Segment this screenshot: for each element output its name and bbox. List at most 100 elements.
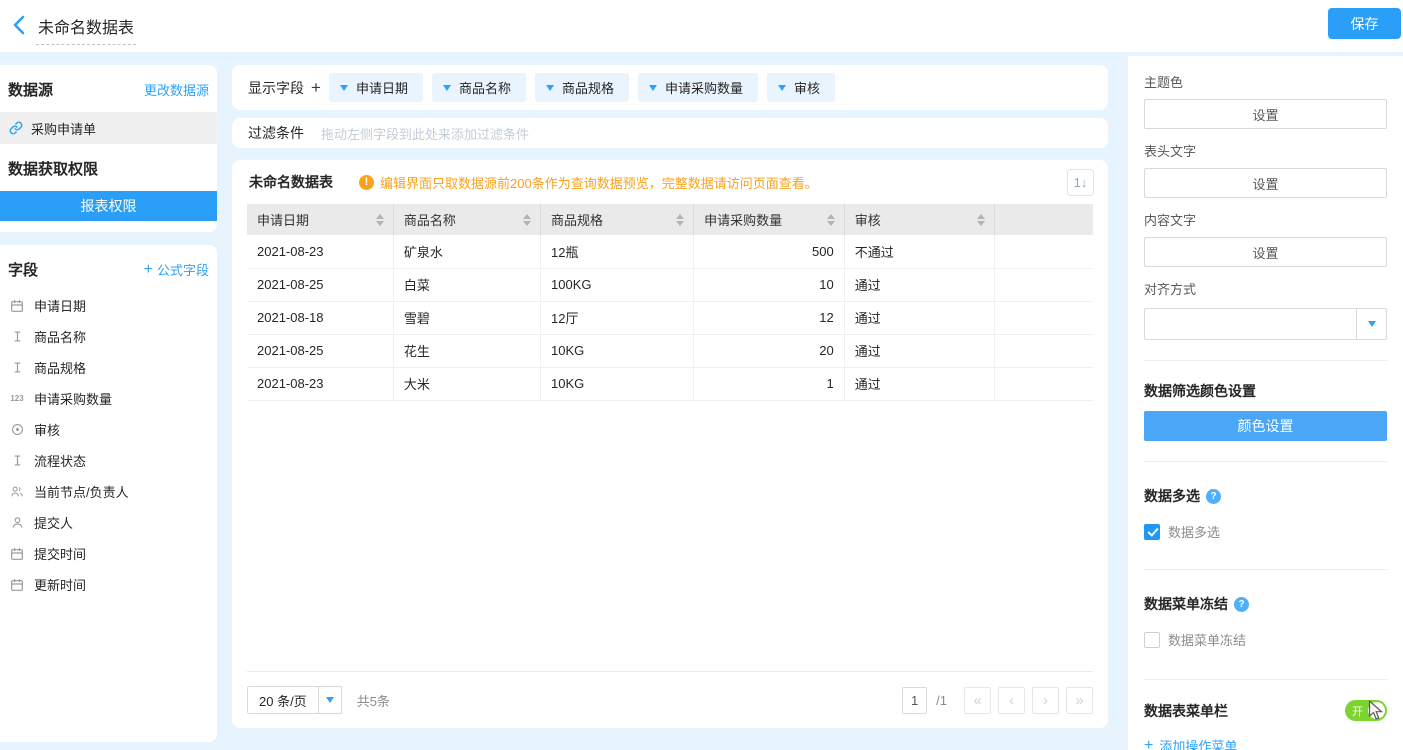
page-title[interactable]: 未命名数据表 [36,14,136,45]
prev-page-icon[interactable]: ‹ [998,687,1025,714]
field-item[interactable]: 更新时间 [0,569,217,600]
display-field-chip[interactable]: 商品名称 [432,73,526,102]
color-set-button[interactable]: 颜色设置 [1144,411,1387,441]
radio-icon [9,423,25,436]
table-cell: 2021-08-23 [247,367,393,400]
page-nav-buttons: « ‹ › » [957,687,1093,714]
freeze-checkbox-row[interactable]: 数据菜单冻结 [1144,630,1387,649]
column-header[interactable]: 审核 [844,204,995,235]
chevron-down-icon[interactable] [649,85,657,91]
field-item[interactable]: 商品规格 [0,352,217,383]
column-header[interactable]: 申请日期 [247,204,393,235]
save-button[interactable]: 保存 [1328,8,1401,39]
table-cell: 10KG [541,367,694,400]
column-header[interactable]: 商品规格 [541,204,694,235]
display-field-chip[interactable]: 申请采购数量 [638,73,758,102]
header-text-set-button[interactable]: 设置 [1144,168,1387,198]
table-cell: 通过 [844,367,995,400]
divider [1144,360,1387,361]
chevron-down-icon[interactable] [443,85,451,91]
datasource-item[interactable]: 采购申请单 [0,112,217,144]
first-page-icon[interactable]: « [964,687,991,714]
theme-color-set-button[interactable]: 设置 [1144,99,1387,129]
chevron-down-icon[interactable] [1356,309,1386,339]
freeze-checkbox-label: 数据菜单冻结 [1168,630,1246,649]
help-icon[interactable]: ? [1234,597,1249,612]
display-field-chip[interactable]: 审核 [767,73,835,102]
multiselect-checkbox-label: 数据多选 [1168,522,1220,541]
table-row[interactable]: 2021-08-25花生10KG20通过 [247,334,1093,367]
toggle-on-switch[interactable]: 开 [1345,700,1387,721]
align-select[interactable] [1144,308,1387,340]
chevron-down-icon[interactable] [340,85,348,91]
display-field-chip[interactable]: 商品规格 [535,73,629,102]
table-row[interactable]: 2021-08-23矿泉水12瓶500不通过 [247,235,1093,268]
sort-carets-icon[interactable] [827,214,835,226]
table-cell: 大米 [393,367,540,400]
field-item[interactable]: 商品名称 [0,321,217,352]
content-text-set-button[interactable]: 设置 [1144,237,1387,267]
table-menubar-title: 数据表菜单栏 [1144,701,1228,721]
text-icon [9,330,25,343]
calendar-icon [9,299,25,313]
chevron-down-icon[interactable] [318,687,341,713]
table-body: 2021-08-23矿泉水12瓶500不通过2021-08-25白菜100KG1… [247,235,1093,400]
display-field-chip[interactable]: 申请日期 [329,73,423,102]
table-row[interactable]: 2021-08-23大米10KG1通过 [247,367,1093,400]
sort-carets-icon[interactable] [523,214,531,226]
plus-icon: + [144,262,153,278]
field-item[interactable]: 流程状态 [0,445,217,476]
filter-bar[interactable]: 过滤条件 拖动左侧字段到此处来添加过滤条件 [232,118,1108,148]
page-number-input[interactable] [902,687,927,714]
table-cell: 2021-08-25 [247,268,393,301]
table-cell: 2021-08-23 [247,235,393,268]
field-item[interactable]: 审核 [0,414,217,445]
chevron-down-icon[interactable] [778,85,786,91]
chip-label: 申请采购数量 [665,78,743,97]
theme-color-label: 主题色 [1144,72,1387,91]
table-row[interactable]: 2021-08-18雪碧12厅12通过 [247,301,1093,334]
help-icon[interactable]: ? [1206,489,1221,504]
calendar-icon [9,547,25,561]
column-header[interactable]: 商品名称 [393,204,540,235]
field-item[interactable]: 123申请采购数量 [0,383,217,414]
field-item[interactable]: 提交时间 [0,538,217,569]
sort-carets-icon[interactable] [376,214,384,226]
number-icon: 123 [9,394,25,403]
display-fields-label: 显示字段 [248,78,304,98]
checkbox-unchecked-icon[interactable] [1144,632,1160,648]
formula-field-link[interactable]: +公式字段 [144,260,209,279]
field-item[interactable]: 当前节点/负责人 [0,476,217,507]
text-icon [9,454,25,467]
next-page-icon[interactable]: › [1032,687,1059,714]
field-item-label: 流程状态 [34,451,86,470]
table-row[interactable]: 2021-08-25白菜100KG10通过 [247,268,1093,301]
filter-label: 过滤条件 [248,123,304,143]
table-cell: 500 [694,235,845,268]
page-size-select[interactable]: 20 条/页 [247,686,342,714]
change-datasource-link[interactable]: 更改数据源 [144,80,209,99]
back-icon[interactable] [10,14,32,38]
table-cell: 2021-08-25 [247,334,393,367]
add-action-menu-link[interactable]: + 添加操作菜单 [1144,736,1387,750]
sort-order-button[interactable]: 1↓ [1067,169,1094,196]
sort-carets-icon[interactable] [676,214,684,226]
datasource-title: 数据源 [8,79,53,100]
field-item-label: 提交时间 [34,544,86,563]
preview-table-card: 未命名数据表 ! 编辑界面只取数据源前200条作为查询数据预览，完整数据请访问页… [232,160,1108,728]
table-cell: 2021-08-18 [247,301,393,334]
field-item[interactable]: 申请日期 [0,290,217,321]
freeze-title: 数据菜单冻结 ? [1144,594,1387,614]
sort-carets-icon[interactable] [977,214,985,226]
content-text-label: 内容文字 [1144,210,1387,229]
display-field-chips: 申请日期商品名称商品规格 申请采购数量 审核 [329,73,835,102]
chevron-down-icon[interactable] [546,85,554,91]
report-permission-button[interactable]: 报表权限 [0,191,217,221]
last-page-icon[interactable]: » [1066,687,1093,714]
add-display-field-button[interactable]: + [311,78,321,98]
checkbox-checked-icon[interactable] [1144,524,1160,540]
multiselect-checkbox-row[interactable]: 数据多选 [1144,522,1387,541]
total-count: 共5条 [357,691,390,710]
field-item[interactable]: 提交人 [0,507,217,538]
column-header[interactable]: 申请采购数量 [694,204,845,235]
